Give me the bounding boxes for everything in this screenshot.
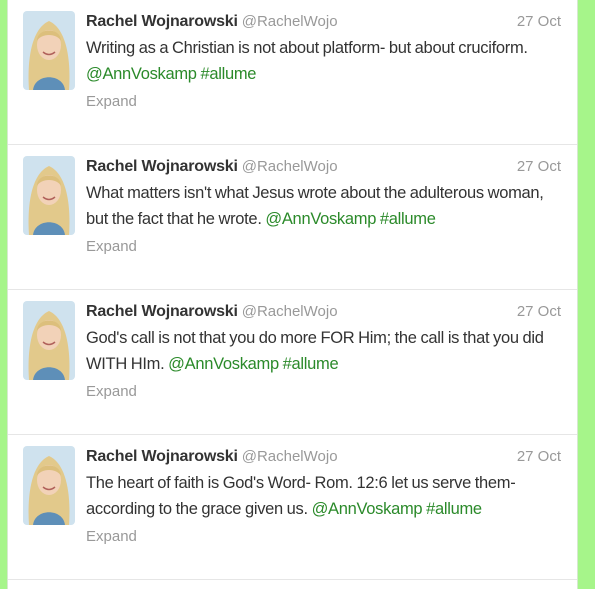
author-handle[interactable]: @RachelWojo xyxy=(242,158,338,175)
mention-link[interactable]: @AnnVoskamp xyxy=(168,355,279,373)
tweet-timestamp[interactable]: 27 Oct xyxy=(517,9,561,35)
avatar[interactable] xyxy=(23,156,75,235)
avatar[interactable] xyxy=(23,11,75,90)
tweet-timestamp[interactable]: 27 Oct xyxy=(517,299,561,325)
tweet-text: The heart of faith is God's Word- Rom. 1… xyxy=(86,470,565,522)
expand-link[interactable]: Expand xyxy=(86,524,137,550)
tweet-item[interactable]: Rachel Wojnarowski @RachelWojo 27 Oct Wha… xyxy=(8,145,577,290)
tweet-timestamp[interactable]: 27 Oct xyxy=(517,154,561,180)
mention-link[interactable]: @AnnVoskamp xyxy=(86,65,197,83)
author-handle[interactable]: @RachelWojo xyxy=(242,448,338,465)
mention-link[interactable]: @AnnVoskamp xyxy=(265,210,376,228)
tweet-timestamp[interactable]: 27 Oct xyxy=(517,444,561,470)
tweet-item[interactable]: Rachel Wojnarowski @RachelWojo 27 Oct The… xyxy=(8,435,577,580)
tweet-item[interactable]: Rachel Wojnarowski @RachelWojo 27 Oct Wri… xyxy=(8,0,577,145)
hashtag-link[interactable]: #allume xyxy=(283,355,339,373)
tweet-text: What matters isn't what Jesus wrote abou… xyxy=(86,180,565,232)
avatar[interactable] xyxy=(23,301,75,380)
expand-link[interactable]: Expand xyxy=(86,89,137,115)
author-handle[interactable]: @RachelWojo xyxy=(242,13,338,30)
author-name[interactable]: Rachel Wojnarowski xyxy=(86,158,238,175)
avatar[interactable] xyxy=(23,446,75,525)
author-name[interactable]: Rachel Wojnarowski xyxy=(86,13,238,30)
author-name[interactable]: Rachel Wojnarowski xyxy=(86,303,238,320)
tweet-text: Writing as a Christian is not about plat… xyxy=(86,35,565,87)
tweet-text: God's call is not that you do more FOR H… xyxy=(86,325,565,377)
hashtag-link[interactable]: #allume xyxy=(380,210,436,228)
tweet-timeline: Rachel Wojnarowski @RachelWojo 27 Oct Wri… xyxy=(7,0,578,589)
hashtag-link[interactable]: #allume xyxy=(200,65,256,83)
tweet-item[interactable]: Rachel Wojnarowski @RachelWojo 27 Oct God… xyxy=(8,290,577,435)
mention-link[interactable]: @AnnVoskamp xyxy=(312,500,423,518)
expand-link[interactable]: Expand xyxy=(86,379,137,405)
author-name[interactable]: Rachel Wojnarowski xyxy=(86,448,238,465)
author-handle[interactable]: @RachelWojo xyxy=(242,303,338,320)
hashtag-link[interactable]: #allume xyxy=(426,500,482,518)
expand-link[interactable]: Expand xyxy=(86,234,137,260)
tweet-body: Writing as a Christian is not about plat… xyxy=(86,39,528,57)
